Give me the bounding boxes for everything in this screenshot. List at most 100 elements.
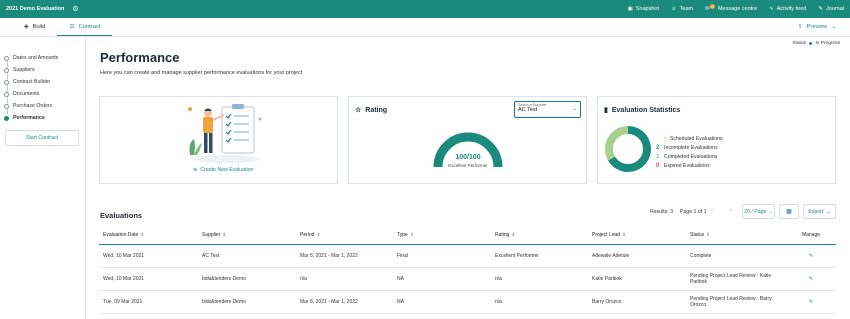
cell-manage: ✎ [786, 267, 836, 291]
step-circle-icon [4, 79, 9, 85]
cell-type: NA [393, 290, 491, 314]
chevron-down-icon: ⌄ [572, 106, 577, 112]
message-badge: 8 [709, 3, 715, 9]
legend-count: 0 [656, 162, 660, 169]
col-period[interactable]: Period ⇕ [296, 227, 393, 245]
team-link[interactable]: ☺ Team [671, 6, 693, 12]
tab-contract[interactable]: ⚖ Contract [57, 18, 113, 36]
tab-bar: ◈ Build ⚖ Contract ⇪ Preview ⌄ [0, 18, 850, 37]
cell-period: Mar 8, 2021 - Mar 1, 2022 [296, 244, 393, 268]
table-toolbar: Results: 3 Page 1 of 1 ‹ › 20 / Page ⌄ ▦ … [0, 204, 850, 220]
edit-icon[interactable]: ✎ [809, 299, 813, 305]
message-centre-label: Message centre [717, 6, 758, 12]
bar-chart-icon: ▮ [604, 107, 608, 114]
legend-count: 1 [656, 153, 660, 160]
stats-title-text: Evaluation Statistics [611, 106, 681, 114]
chevron-down-icon: ⌄ [768, 208, 773, 215]
message-centre-link[interactable]: ✉ 8 Message centre [705, 3, 758, 12]
evaluations-table: Evaluation Date ⇕ Supplier ⇕ Period ⇕ Type ⇕… [99, 227, 836, 314]
next-page-icon[interactable]: › [730, 208, 732, 214]
contract-icon: ⚖ [69, 23, 75, 30]
export-button[interactable]: Export ⌄ [803, 204, 836, 219]
table-row: Tue, 09 Mar 2021 bids&tenders Demo Mar 8… [99, 290, 836, 314]
cell-lead: Adewale Adetule [588, 244, 686, 268]
step-documents[interactable]: Documents [4, 88, 58, 100]
plus-circle-icon: ⊕ [193, 167, 198, 173]
edit-icon[interactable]: ✎ [809, 276, 813, 282]
create-new-evaluation-link[interactable]: ⊕ Create New Evaluation [193, 167, 253, 173]
step-label: Performance [13, 115, 45, 121]
step-circle-icon [4, 91, 9, 97]
chevron-down-icon: ⌄ [831, 24, 836, 30]
cell-date: Tue, 09 Mar 2021 [99, 290, 198, 314]
col-type[interactable]: Type ⇕ [393, 227, 491, 245]
per-page-select[interactable]: 20 / Page ⌄ [742, 204, 775, 219]
step-performance[interactable]: Performance [4, 112, 58, 124]
snapshot-link[interactable]: ▣ Snapshot [628, 6, 659, 12]
prev-page-icon[interactable]: ‹ [711, 208, 713, 214]
create-evaluation-card: ⊕ Create New Evaluation [99, 96, 338, 184]
snapshot-label: Snapshot [635, 6, 660, 12]
preview-button[interactable]: ⇪ Preview ⌄ [798, 18, 850, 36]
col-evaluation-date[interactable]: Evaluation Date ⇕ [99, 227, 198, 245]
export-label: Export [808, 208, 824, 215]
cell-period: Mar 8, 2021 - Mar 1, 2022 [296, 290, 393, 314]
cell-manage: ✎ [786, 244, 836, 268]
page-title: Performance [100, 50, 180, 65]
supplier-select[interactable]: Select a Supplier AC Test ⌄ [514, 101, 581, 118]
columns-icon: ▦ [786, 209, 792, 215]
journal-link[interactable]: ✎ Journal [818, 6, 844, 12]
col-project-lead[interactable]: Project Lead ⇕ [588, 227, 686, 245]
step-dates-and-amounts[interactable]: Dates and Amounts [4, 52, 58, 64]
page-indicator: Page 1 of 1 [680, 209, 707, 215]
cell-period: n/a [296, 267, 393, 291]
table-header-row: Evaluation Date ⇕ Supplier ⇕ Period ⇕ Type ⇕… [99, 227, 836, 245]
table-row: Wed, 10 Mar 2021 AC Test Mar 8, 2021 - M… [99, 244, 836, 268]
step-list: Dates and Amounts Suppliers Contract Bui… [4, 52, 58, 124]
cell-type: Final [393, 244, 491, 268]
step-circle-icon [4, 67, 9, 73]
cell-supplier: bids&tenders Demo [198, 290, 296, 314]
legend-label: Completed Evaluations [664, 153, 718, 160]
preview-label: Preview [806, 24, 828, 30]
edit-icon[interactable]: ✎ [809, 253, 813, 259]
rating-score: 100/100 [455, 154, 481, 161]
col-manage: Manage [786, 227, 836, 245]
camera-icon: ▣ [627, 6, 633, 12]
activity-feed-link[interactable]: ∿ Activity feed [769, 6, 806, 12]
tab-build[interactable]: ◈ Build [12, 18, 57, 36]
legend-scheduled: ▯ Scheduled Evaluations [656, 134, 723, 143]
legend-label: Incomplete Evaluations [664, 144, 718, 151]
col-label: Rating [495, 232, 510, 239]
status-indicator: Status In Progress [792, 41, 840, 46]
start-contract-button[interactable]: Start Contract [5, 130, 79, 146]
donut-slice [605, 126, 629, 161]
per-page-value: 20 / Page [744, 208, 767, 215]
step-purchase-orders[interactable]: Purchase Orders [4, 100, 58, 112]
cell-lead: Katie Paribok [588, 267, 686, 291]
activity-icon: ∿ [769, 6, 774, 12]
sort-icon: ⇕ [222, 232, 227, 238]
columns-button[interactable]: ▦ [779, 204, 799, 219]
step-suppliers[interactable]: Suppliers [4, 64, 58, 76]
col-status[interactable]: Status ⇕ [686, 227, 786, 245]
cell-status: Pending Project Lead Review : Katie Pari… [686, 267, 786, 291]
team-label: Team [679, 6, 694, 12]
cell-supplier: AC Test [198, 244, 296, 268]
step-label: Dates and Amounts [13, 55, 59, 61]
cell-status: Complete [686, 244, 786, 268]
tab-contract-label: Contract [78, 23, 101, 30]
sort-icon: ⇕ [622, 232, 626, 238]
sort-icon: ⇕ [140, 232, 145, 238]
col-supplier[interactable]: Supplier ⇕ [198, 227, 296, 245]
star-icon: ☆ [355, 107, 362, 114]
tab-build-label: Build [32, 24, 46, 30]
cell-rating: n/a [491, 267, 588, 291]
status-dot-icon [808, 41, 813, 46]
cell-date: Wed, 10 Mar 2021 [99, 244, 198, 268]
col-rating[interactable]: Rating ⇕ [491, 227, 588, 245]
col-label: Supplier [202, 232, 221, 239]
step-contract-builder[interactable]: Contract Builder [4, 76, 58, 88]
legend-count: 2 [656, 144, 660, 151]
gear-icon[interactable]: ⚙ [72, 5, 78, 13]
